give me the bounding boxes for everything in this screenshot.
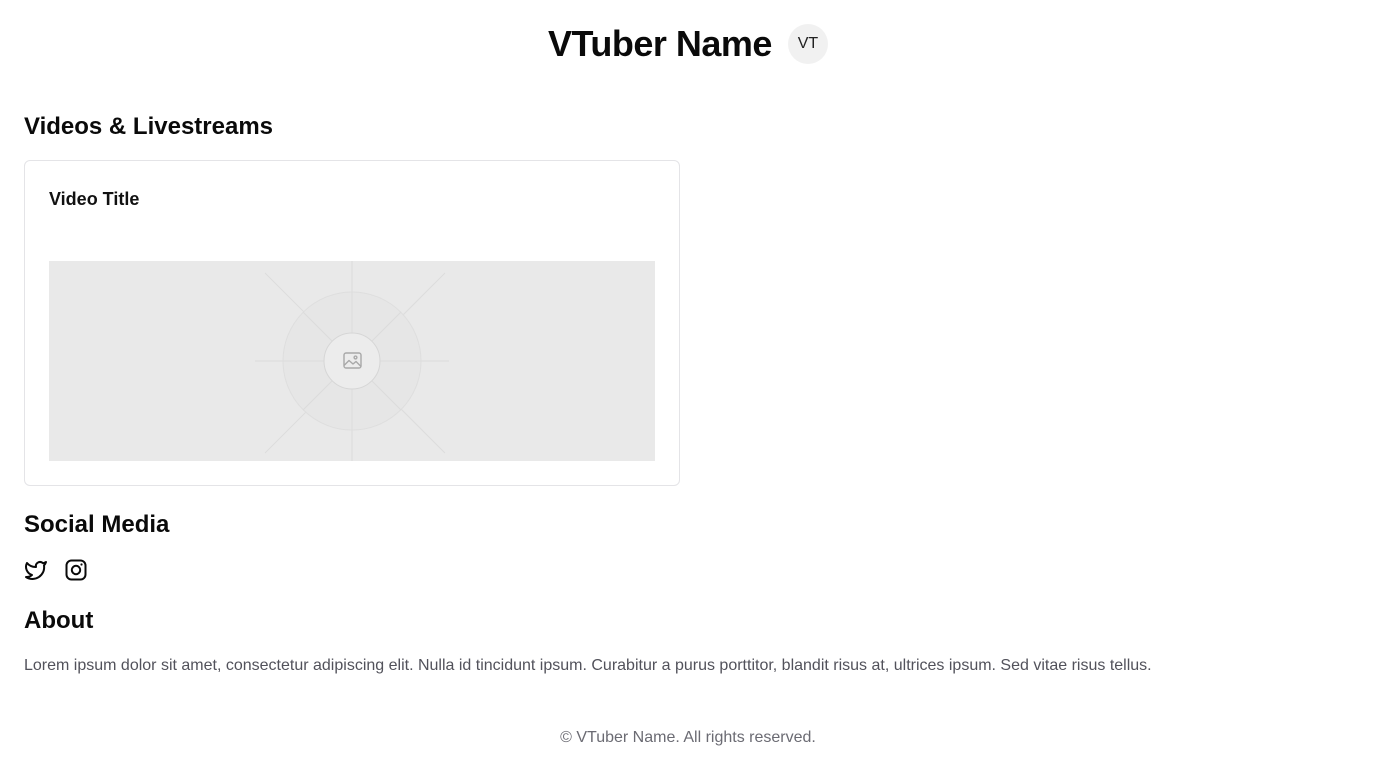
avatar[interactable]: VT: [787, 24, 828, 64]
page: VTuber Name VT Videos & Livestreams Vide…: [0, 0, 1376, 774]
video-card[interactable]: Video Title: [24, 160, 680, 486]
about-text: Lorem ipsum dolor sit amet, consectetur …: [24, 657, 1152, 674]
about-heading: About: [24, 607, 94, 634]
social-icons: [24, 558, 88, 582]
footer: © VTuber Name. All rights reserved.: [560, 729, 816, 746]
twitter-icon[interactable]: [24, 558, 48, 582]
video-thumbnail[interactable]: [49, 261, 655, 461]
site-title: VTuber Name: [548, 23, 772, 64]
social-heading: Social Media: [24, 511, 170, 538]
avatar-initials: VT: [797, 35, 819, 52]
image-placeholder-icon: [49, 261, 655, 461]
videos-heading: Videos & Livestreams: [24, 113, 274, 140]
site-header: VTuber Name VT: [0, 22, 1376, 66]
video-title: Video Title: [49, 189, 140, 209]
instagram-icon[interactable]: [64, 558, 88, 582]
